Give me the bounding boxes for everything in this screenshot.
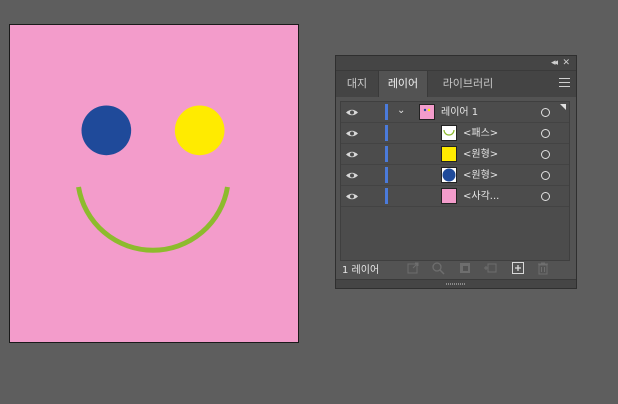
sublayer-name[interactable]: <패스> (463, 123, 498, 144)
sublayer-name[interactable]: <원형> (463, 144, 498, 165)
search-icon[interactable] (431, 261, 445, 275)
layer-color-bar (385, 104, 388, 120)
clip-mask-icon[interactable] (458, 261, 472, 275)
layer-thumbnail (419, 104, 435, 120)
layer-color-bar (385, 146, 388, 162)
ellipse-thumbnail (441, 146, 457, 162)
close-icon[interactable]: ✕ (562, 56, 570, 70)
lock-toggle[interactable] (365, 188, 381, 204)
tab-libraries[interactable]: 라이브러리 (428, 71, 508, 97)
layer-count: 1 레이어 (342, 265, 380, 276)
left-eye-circle[interactable] (81, 105, 132, 156)
target-circle-icon[interactable] (541, 171, 550, 180)
target-circle-icon[interactable] (541, 129, 550, 138)
layer-color-bar (385, 188, 388, 204)
rect-thumbnail (441, 188, 457, 204)
visibility-eye-icon[interactable] (345, 192, 359, 201)
sublayer-row[interactable]: <원형> (341, 165, 569, 186)
sublayer-name[interactable]: <사각... (463, 186, 499, 207)
visibility-eye-icon[interactable] (345, 129, 359, 138)
sublayer-name[interactable]: <원형> (463, 165, 498, 186)
export-icon[interactable] (406, 261, 420, 275)
smiley-artwork (76, 105, 230, 253)
target-circle-icon[interactable] (541, 108, 550, 117)
sublayer-icon[interactable] (483, 261, 497, 275)
panel-resize-grip[interactable] (336, 279, 576, 288)
grip-dots-icon (446, 283, 466, 285)
lock-toggle[interactable] (365, 104, 381, 120)
sublayer-row[interactable]: <원형> (341, 144, 569, 165)
ellipse-thumbnail (441, 167, 457, 183)
layer-row[interactable]: ⌄ 레이어 1 (341, 102, 569, 123)
sublayer-row[interactable]: <사각... (341, 186, 569, 207)
panel-menu-icon[interactable] (559, 78, 570, 90)
right-eye-circle[interactable] (174, 105, 225, 156)
lock-toggle[interactable] (365, 125, 381, 141)
artboard[interactable] (9, 24, 299, 343)
tab-layers[interactable]: 레이어 (378, 71, 428, 97)
sublayer-row[interactable]: <패스> (341, 123, 569, 144)
lock-toggle[interactable] (365, 146, 381, 162)
panel-title-bar[interactable]: ◂◂ ✕ (336, 56, 576, 71)
layer-name[interactable]: 레이어 1 (441, 102, 478, 123)
collapse-icon[interactable]: ◂◂ (551, 56, 558, 70)
target-circle-icon[interactable] (541, 150, 550, 159)
trash-icon[interactable] (536, 261, 550, 275)
lock-toggle[interactable] (365, 167, 381, 183)
panel-footer: 1 레이어 (336, 256, 576, 280)
panel-tabs: 대지 레이어 라이브러리 (336, 71, 576, 97)
visibility-eye-icon[interactable] (345, 108, 359, 117)
visibility-eye-icon[interactable] (345, 171, 359, 180)
smile-path[interactable] (76, 186, 230, 253)
layer-color-bar (385, 167, 388, 183)
tab-artboards[interactable]: 대지 (336, 71, 378, 97)
selection-indicator-icon (560, 104, 566, 110)
target-circle-icon[interactable] (541, 192, 550, 201)
layers-list: ⌄ 레이어 1 <패스> <원형> <원형> <사각... (340, 101, 570, 261)
chevron-down-icon[interactable]: ⌄ (397, 105, 405, 116)
visibility-eye-icon[interactable] (345, 150, 359, 159)
path-thumbnail (441, 125, 457, 141)
layer-color-bar (385, 125, 388, 141)
new-layer-icon[interactable] (511, 261, 525, 275)
layers-panel: ◂◂ ✕ 대지 레이어 라이브러리 ⌄ 레이어 1 <패스> <원형> <원형>… (335, 55, 577, 289)
